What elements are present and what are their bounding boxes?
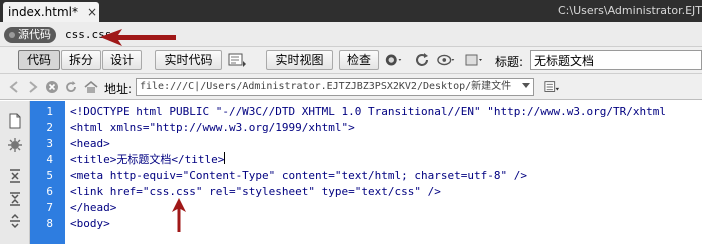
line-number-gutter: 1 2 3 4 5 6 7 8 xyxy=(30,101,65,244)
source-code-button[interactable]: 源代码 xyxy=(4,27,56,43)
code-line[interactable]: <html xmlns="http://www.w3.org/1999/xhtm… xyxy=(70,120,355,136)
browser-navigation-options-icon[interactable] xyxy=(544,79,560,95)
document-tab[interactable]: index.html* × xyxy=(3,2,99,22)
code-line[interactable]: <head> xyxy=(70,136,110,152)
code-line[interactable]: <!DOCTYPE html PUBLIC "-//W3C//DTD XHTML… xyxy=(70,104,666,120)
forward-icon[interactable] xyxy=(25,79,41,95)
code-editor[interactable]: <!DOCTYPE html PUBLIC "-//W3C//DTD XHTML… xyxy=(65,101,702,244)
code-line[interactable]: <body> xyxy=(70,216,110,232)
line-number: 4 xyxy=(46,153,53,166)
design-view-button[interactable]: 设计 xyxy=(102,50,142,70)
code-line[interactable]: <meta http-equiv="Content-Type" content=… xyxy=(70,168,527,184)
title-label: 标题: xyxy=(495,55,524,69)
line-number: 3 xyxy=(46,137,53,150)
dot-icon xyxy=(9,32,15,38)
annotation-arrow-left-icon xyxy=(100,29,176,46)
address-input[interactable]: file:///C|/Users/Administrator.EJTZJBZ3P… xyxy=(136,78,534,96)
title-bar: index.html* × C:\Users\Administrator.EJT… xyxy=(0,0,702,22)
collapse-tag-icon[interactable] xyxy=(7,168,23,184)
coding-toolbar xyxy=(0,101,30,244)
code-line-text: <title>无标题文档</title> xyxy=(70,153,225,166)
line-number: 8 xyxy=(46,217,53,230)
code-line[interactable]: </head> xyxy=(70,200,116,216)
inspect-button[interactable]: 检查 xyxy=(339,50,379,70)
home-icon[interactable] xyxy=(83,79,99,95)
address-label: 地址: xyxy=(104,82,133,96)
refresh-icon[interactable] xyxy=(63,79,79,95)
globe-icon[interactable] xyxy=(384,51,404,69)
browser-preview-icon[interactable] xyxy=(465,51,485,69)
back-icon[interactable] xyxy=(6,79,22,95)
line-number: 6 xyxy=(46,185,53,198)
split-view-button[interactable]: 拆分 xyxy=(61,50,101,70)
chevron-down-icon[interactable] xyxy=(522,83,530,88)
visual-aids-icon[interactable] xyxy=(437,51,457,69)
code-line[interactable]: <link href="css.css" rel="stylesheet" ty… xyxy=(70,184,441,200)
address-bar: 地址: file:///C|/Users/Administrator.EJTZJ… xyxy=(0,74,702,100)
live-code-button[interactable]: 实时代码 xyxy=(155,50,222,70)
line-number: 5 xyxy=(46,169,53,182)
open-documents-icon[interactable] xyxy=(7,113,23,129)
text-cursor xyxy=(224,152,226,164)
source-code-label: 源代码 xyxy=(18,28,51,41)
title-input[interactable] xyxy=(530,50,702,70)
line-number: 1 xyxy=(46,105,53,118)
live-view-button[interactable]: 实时视图 xyxy=(266,50,333,70)
code-line[interactable]: <title>无标题文档</title> xyxy=(70,152,226,168)
collapse-selection-icon[interactable] xyxy=(7,191,23,207)
check-page-icon[interactable] xyxy=(228,51,248,69)
document-toolbar: 代码 拆分 设计 实时代码 实时视图 检查 标题: xyxy=(0,47,702,74)
refresh-icon[interactable] xyxy=(412,51,432,69)
show-code-navigator-icon[interactable] xyxy=(7,137,23,153)
line-number: 2 xyxy=(46,121,53,134)
stop-icon[interactable] xyxy=(44,79,60,95)
document-tab-name: index.html* xyxy=(8,5,78,19)
line-number: 7 xyxy=(46,201,53,214)
file-path: C:\Users\Administrator.EJTZ xyxy=(558,4,702,17)
expand-all-icon[interactable] xyxy=(7,213,23,229)
close-icon[interactable]: × xyxy=(87,5,97,19)
code-view-button[interactable]: 代码 xyxy=(18,50,60,70)
annotation-arrow-up-icon xyxy=(172,198,186,232)
